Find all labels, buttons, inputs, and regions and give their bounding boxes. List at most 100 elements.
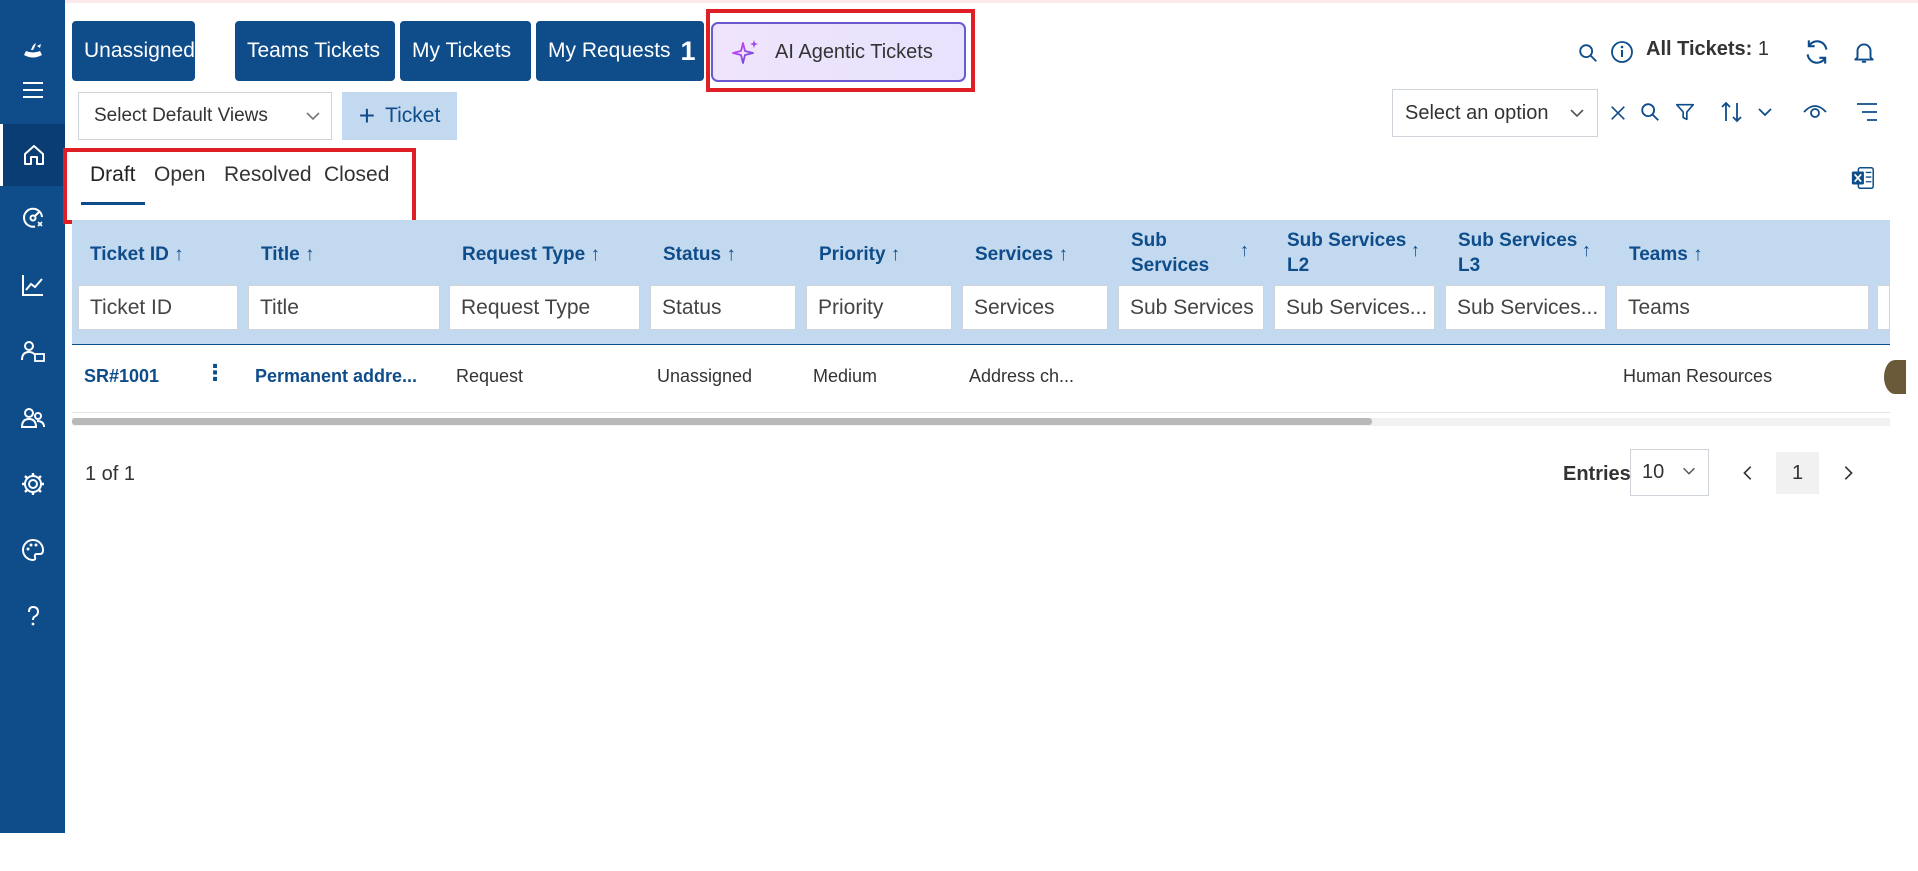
chevron-down-icon (306, 112, 320, 121)
col-header-line1: Sub (1131, 230, 1167, 251)
tab-unassigned[interactable]: Unassigned 1 (72, 21, 220, 81)
col-header-status[interactable]: Status ↑ (663, 242, 736, 267)
sidebar-item-theme[interactable] (0, 523, 65, 577)
default-views-select[interactable]: Select Default Views (78, 92, 332, 140)
tab-my-requests[interactable]: My Requests 1 (536, 21, 704, 81)
filter-services[interactable]: Services (962, 285, 1108, 330)
row-divider (72, 412, 1890, 413)
sort-arrow-icon[interactable]: ↑ (1240, 240, 1249, 261)
all-tickets-summary: All Tickets: 1 (1646, 38, 1769, 61)
tab-teams-tickets[interactable]: Teams Tickets (235, 21, 395, 81)
col-header-label: Status (663, 244, 722, 265)
col-header-line1: Sub Services (1458, 230, 1578, 251)
all-tickets-label: All Tickets: (1646, 38, 1753, 60)
cell-request-type: Request (456, 366, 524, 386)
col-header-sub-services-l3[interactable]: Sub Services L3 (1458, 228, 1577, 278)
menu-icon[interactable] (0, 63, 65, 117)
row-actions-icon[interactable]: ⋮ (204, 360, 226, 386)
filter-request-type[interactable]: Request Type (449, 285, 640, 330)
col-header-label: Ticket ID (90, 244, 169, 265)
sidebar-item-dashboard[interactable] (0, 191, 65, 245)
entries-select[interactable]: 10 (1630, 449, 1709, 496)
sidebar-item-settings[interactable] (0, 457, 65, 511)
page-number-button[interactable]: 1 (1776, 452, 1819, 494)
col-header-label: Priority (819, 244, 886, 265)
analytics-icon (21, 275, 43, 296)
filter-title[interactable]: Title (248, 285, 440, 330)
tab-unassigned-label: Unassigned (84, 39, 195, 62)
col-header-line1: Sub Services (1287, 230, 1407, 251)
columns-icon[interactable] (1853, 100, 1881, 124)
status-tab-draft[interactable]: Draft (90, 163, 136, 187)
chevron-down-icon (1570, 109, 1584, 118)
cell-title[interactable]: Permanent addre... (255, 366, 417, 387)
help-icon (27, 605, 39, 626)
status-tab-resolved[interactable]: Resolved (224, 163, 312, 187)
agent-icon (20, 341, 45, 362)
tab-teams-tickets-label: Teams Tickets (247, 39, 381, 62)
bell-icon[interactable] (1849, 36, 1879, 68)
tab-ai-agentic-label: AI Agentic Tickets (775, 40, 933, 63)
filter-sub-services[interactable]: Sub Services (1118, 285, 1264, 330)
status-tab-closed[interactable]: Closed (324, 163, 389, 187)
settings-icon (21, 473, 44, 495)
cell-ticket-id[interactable]: SR#1001 (84, 366, 159, 387)
status-tab-open[interactable]: Open (154, 163, 205, 187)
toolbar-search-icon[interactable] (1638, 100, 1662, 124)
sort-icon[interactable] (1718, 99, 1746, 125)
horizontal-scrollbar-thumb[interactable] (72, 418, 1372, 425)
home-icon (24, 145, 44, 165)
filter-icon[interactable] (1673, 100, 1697, 124)
filter-ticket-id[interactable]: Ticket ID (78, 285, 238, 330)
col-header-label: Request Type (462, 244, 586, 265)
col-header-services[interactable]: Services ↑ (975, 242, 1068, 267)
search-icon[interactable] (1575, 40, 1601, 66)
clear-icon[interactable] (1607, 102, 1629, 124)
sort-arrow-icon[interactable]: ↑ (1411, 240, 1420, 261)
filter-status[interactable]: Status (650, 285, 796, 330)
col-header-request-type[interactable]: Request Type ↑ (462, 242, 600, 267)
select-option-dropdown[interactable]: Select an option (1392, 89, 1598, 137)
chevron-down-icon (1683, 467, 1695, 475)
sidebar-item-users[interactable] (0, 391, 65, 445)
cell-services: Address ch... (969, 366, 1075, 386)
filter-sub-services-l3[interactable]: Sub Services... (1445, 285, 1606, 330)
users-icon (20, 408, 45, 428)
prev-page-icon[interactable] (1736, 460, 1760, 486)
add-ticket-button[interactable]: + Ticket (342, 92, 457, 140)
add-ticket-label: Ticket (385, 104, 441, 127)
sort-arrow-icon[interactable]: ↑ (1582, 240, 1591, 261)
default-views-placeholder: Select Default Views (94, 105, 268, 126)
col-header-sub-services[interactable]: Sub Services (1131, 228, 1209, 278)
refresh-icon[interactable] (1801, 36, 1833, 68)
excel-icon[interactable] (1849, 164, 1877, 192)
tab-ai-agentic-tickets[interactable]: AI Agentic Tickets (711, 22, 966, 82)
sparkle-icon (732, 40, 758, 64)
col-header-priority[interactable]: Priority ↑ (819, 242, 900, 267)
filter-sub-services-l2[interactable]: Sub Services... (1274, 285, 1435, 330)
entries-value: 10 (1642, 461, 1665, 483)
cell-status: Unassigned (657, 366, 753, 386)
col-header-title[interactable]: Title ↑ (261, 242, 315, 267)
info-icon[interactable] (1608, 38, 1636, 66)
col-header-line2: L3 (1458, 255, 1481, 276)
next-page-icon[interactable] (1836, 460, 1860, 486)
sidebar (0, 0, 65, 833)
col-header-ticket-id[interactable]: Ticket ID ↑ (90, 242, 184, 267)
sidebar-item-help[interactable] (0, 589, 65, 643)
sidebar-item-home[interactable] (0, 124, 65, 186)
filter-priority[interactable]: Priority (806, 285, 952, 330)
filter-extra[interactable] (1877, 285, 1890, 330)
col-header-label: Title (261, 244, 300, 265)
col-header-teams[interactable]: Teams ↑ (1629, 242, 1703, 267)
eye-icon[interactable] (1801, 100, 1829, 124)
sidebar-item-analytics[interactable] (0, 258, 65, 312)
sort-chevron-down-icon[interactable] (1754, 101, 1776, 123)
active-tab-indicator (81, 202, 145, 205)
sidebar-item-agents[interactable] (0, 324, 65, 378)
filter-teams[interactable]: Teams (1616, 285, 1869, 330)
tab-my-tickets[interactable]: My Tickets (400, 21, 531, 81)
col-header-line2: Services (1131, 255, 1210, 276)
all-tickets-count: 1 (1757, 38, 1770, 60)
col-header-sub-services-l2[interactable]: Sub Services L2 (1287, 228, 1406, 278)
